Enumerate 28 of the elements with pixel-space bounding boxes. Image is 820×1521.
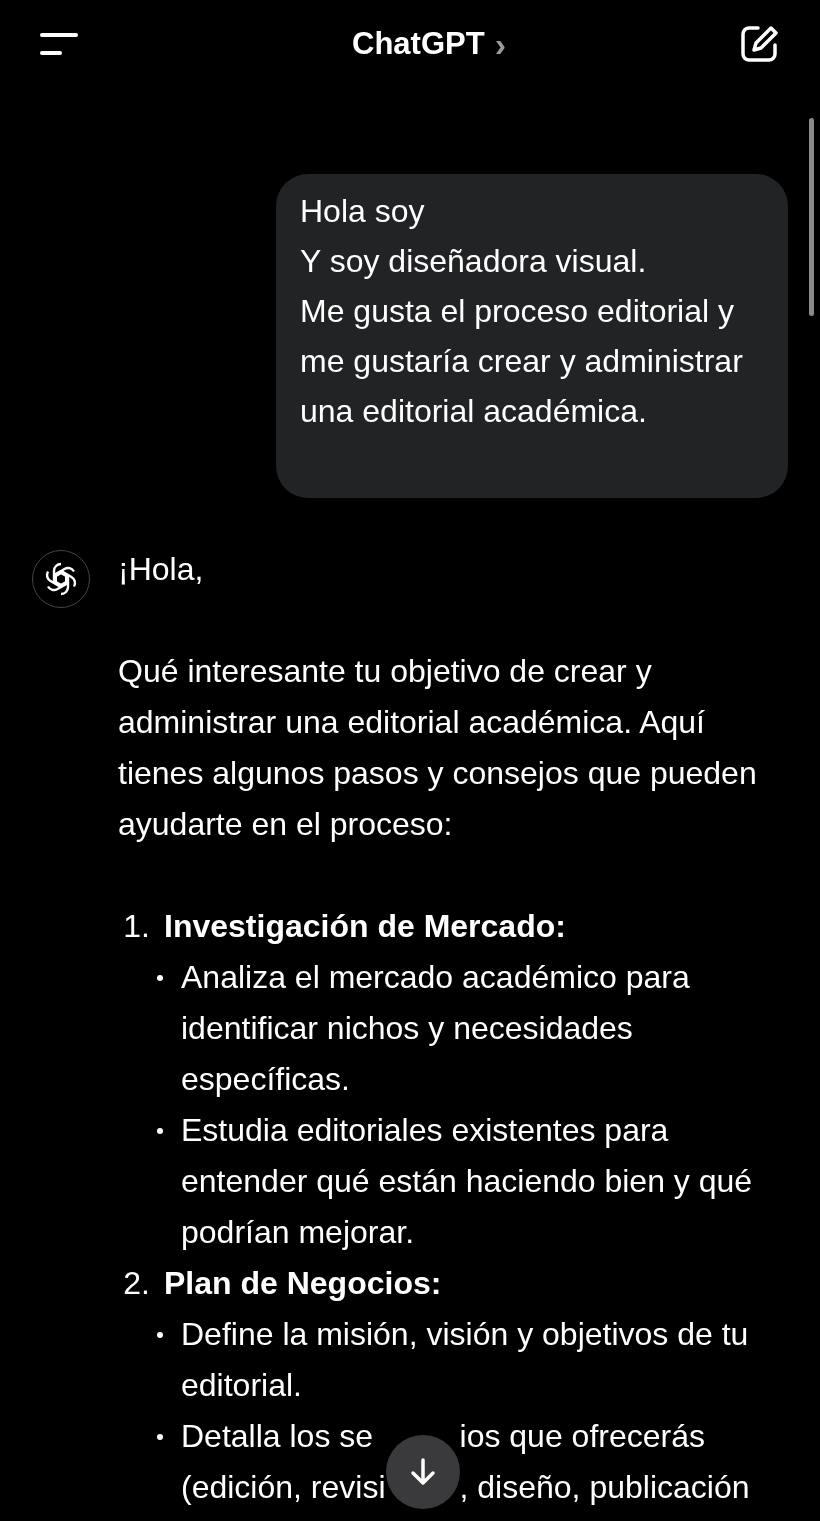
greeting-text: ¡Hola, [118,550,205,589]
pencil-square-icon [740,25,780,63]
message-text: Y soy diseñadora visual. [300,242,648,281]
bullet-text: , diseño, publicación [459,1468,750,1507]
chevron-icon[interactable]: › [494,27,506,61]
message-text: Me gusta el proceso editorial y me gustaría crear y administrar una editorial académica. [300,292,744,431]
intro-paragraph: Qué interesante tu objetivo de crear y administrar una editorial académica. Aquí tienes algunos pasos y consejos que pueden ayudarte en el proceso: [118,652,758,844]
bullet-text: (edición, revisi [181,1468,386,1507]
step-heading: Plan de Negocios: [164,1264,443,1303]
step-heading: Investigación de Mercado: [164,907,567,946]
menu-button[interactable] [40,32,78,56]
bullet-text: Define la misión, visión y objetivos de tu editorial. [181,1315,750,1405]
message-text: Hola soy [300,192,426,231]
bullet-text: ios que ofrecerás [459,1417,706,1456]
list-number: 1. [122,907,150,946]
knot-logo-icon [43,561,79,597]
bullet-dot [157,1128,163,1134]
menu-icon [40,32,78,56]
bullet-text: Analiza el mercado académico para identificar nichos y necesidades específicas. [181,958,691,1099]
bullet-dot [157,975,163,981]
list-number: 2. [122,1264,150,1303]
bullet-text: Estudia editoriales existentes para entender qué están haciendo bien y qué podrían mejorar. [181,1111,754,1252]
arrow-down-icon [408,1457,437,1487]
new-chat-button[interactable] [740,25,780,63]
bullet-dot [157,1434,163,1440]
bullet-dot [157,1332,163,1338]
chat-title[interactable]: ChatGPT [352,26,485,62]
bullet-text: Detalla los se [181,1417,375,1456]
